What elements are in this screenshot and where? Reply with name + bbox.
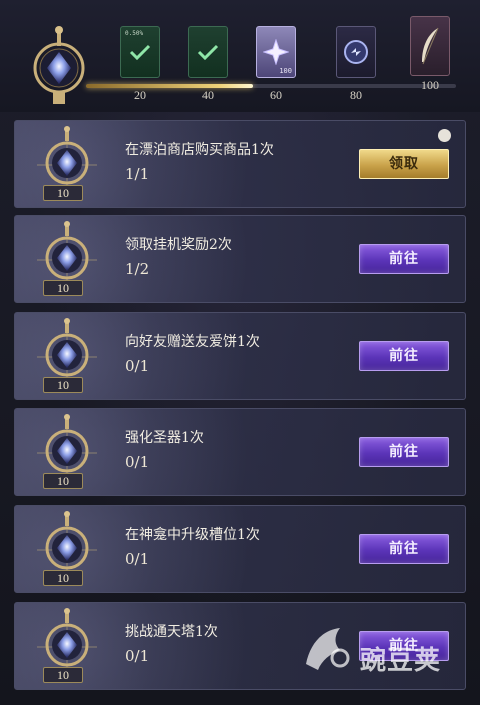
milestone-label: 20 (134, 88, 146, 102)
reward-badge: 10 (43, 280, 83, 296)
star-crystal-icon: 100 (256, 26, 296, 78)
task-progress: 0/1 (125, 453, 150, 471)
compass-emblem-icon (33, 26, 85, 104)
task-row: 10 在神龛中升级槽位1次 0/1 前往 (14, 505, 466, 593)
feather-icon (410, 16, 450, 76)
milestone-count: 100 (279, 67, 292, 75)
task-row: 10 领取挂机奖励2次 1/2 前往 (14, 215, 466, 303)
reward-badge: 10 (43, 570, 83, 586)
milestone-40[interactable]: 40 (186, 26, 230, 103)
activity-progress-header: 0.50% 20 40 100 60 80 100 (0, 0, 480, 112)
milestone-label: 40 (202, 88, 214, 102)
claim-button[interactable]: 领取 (359, 149, 449, 179)
go-button[interactable]: 前往 (359, 244, 449, 274)
blue-coin-icon (336, 26, 376, 78)
green-check-card-icon (188, 26, 228, 78)
green-check-card-icon: 0.50% (120, 26, 160, 78)
milestone-100[interactable]: 100 (408, 16, 452, 93)
task-title: 在神龛中升级槽位1次 (125, 527, 260, 543)
task-title: 挑战通天塔1次 (125, 624, 218, 640)
task-progress: 0/1 (125, 357, 150, 375)
reward-badge: 10 (43, 185, 83, 201)
go-button[interactable]: 前往 (359, 341, 449, 371)
task-progress: 0/1 (125, 647, 150, 665)
reward-badge: 10 (43, 667, 83, 683)
task-title: 向好友赠送友爱饼1次 (125, 334, 260, 350)
milestone-label: 100 (421, 78, 439, 92)
reward-badge: 10 (43, 377, 83, 393)
milestone-20[interactable]: 0.50% 20 (118, 26, 162, 103)
bird-logo-icon (306, 628, 350, 670)
task-title: 在漂泊商店购买商品1次 (125, 142, 274, 158)
task-row: 10 向好友赠送友爱饼1次 0/1 前往 (14, 312, 466, 400)
task-progress: 1/2 (125, 260, 150, 278)
task-progress: 0/1 (125, 550, 150, 568)
milestone-tag: 0.50% (125, 30, 144, 37)
reward-badge: 10 (43, 473, 83, 489)
task-progress: 1/1 (125, 165, 150, 183)
milestone-80[interactable]: 80 (334, 26, 378, 103)
task-title: 强化圣器1次 (125, 430, 204, 446)
task-title: 领取挂机奖励2次 (125, 237, 232, 253)
go-button[interactable]: 前往 (359, 534, 449, 564)
watermark: 豌豆荚 (300, 620, 460, 680)
milestone-60[interactable]: 100 60 (254, 26, 298, 103)
go-button[interactable]: 前往 (359, 437, 449, 467)
milestone-label: 80 (350, 88, 362, 102)
milestone-label: 60 (270, 88, 282, 102)
task-row: 10 在漂泊商店购买商品1次 1/1 领取 (14, 120, 466, 208)
touch-indicator-icon (438, 129, 451, 142)
watermark-text: 豌豆荚 (360, 646, 442, 676)
task-row: 10 强化圣器1次 0/1 前往 (14, 408, 466, 496)
